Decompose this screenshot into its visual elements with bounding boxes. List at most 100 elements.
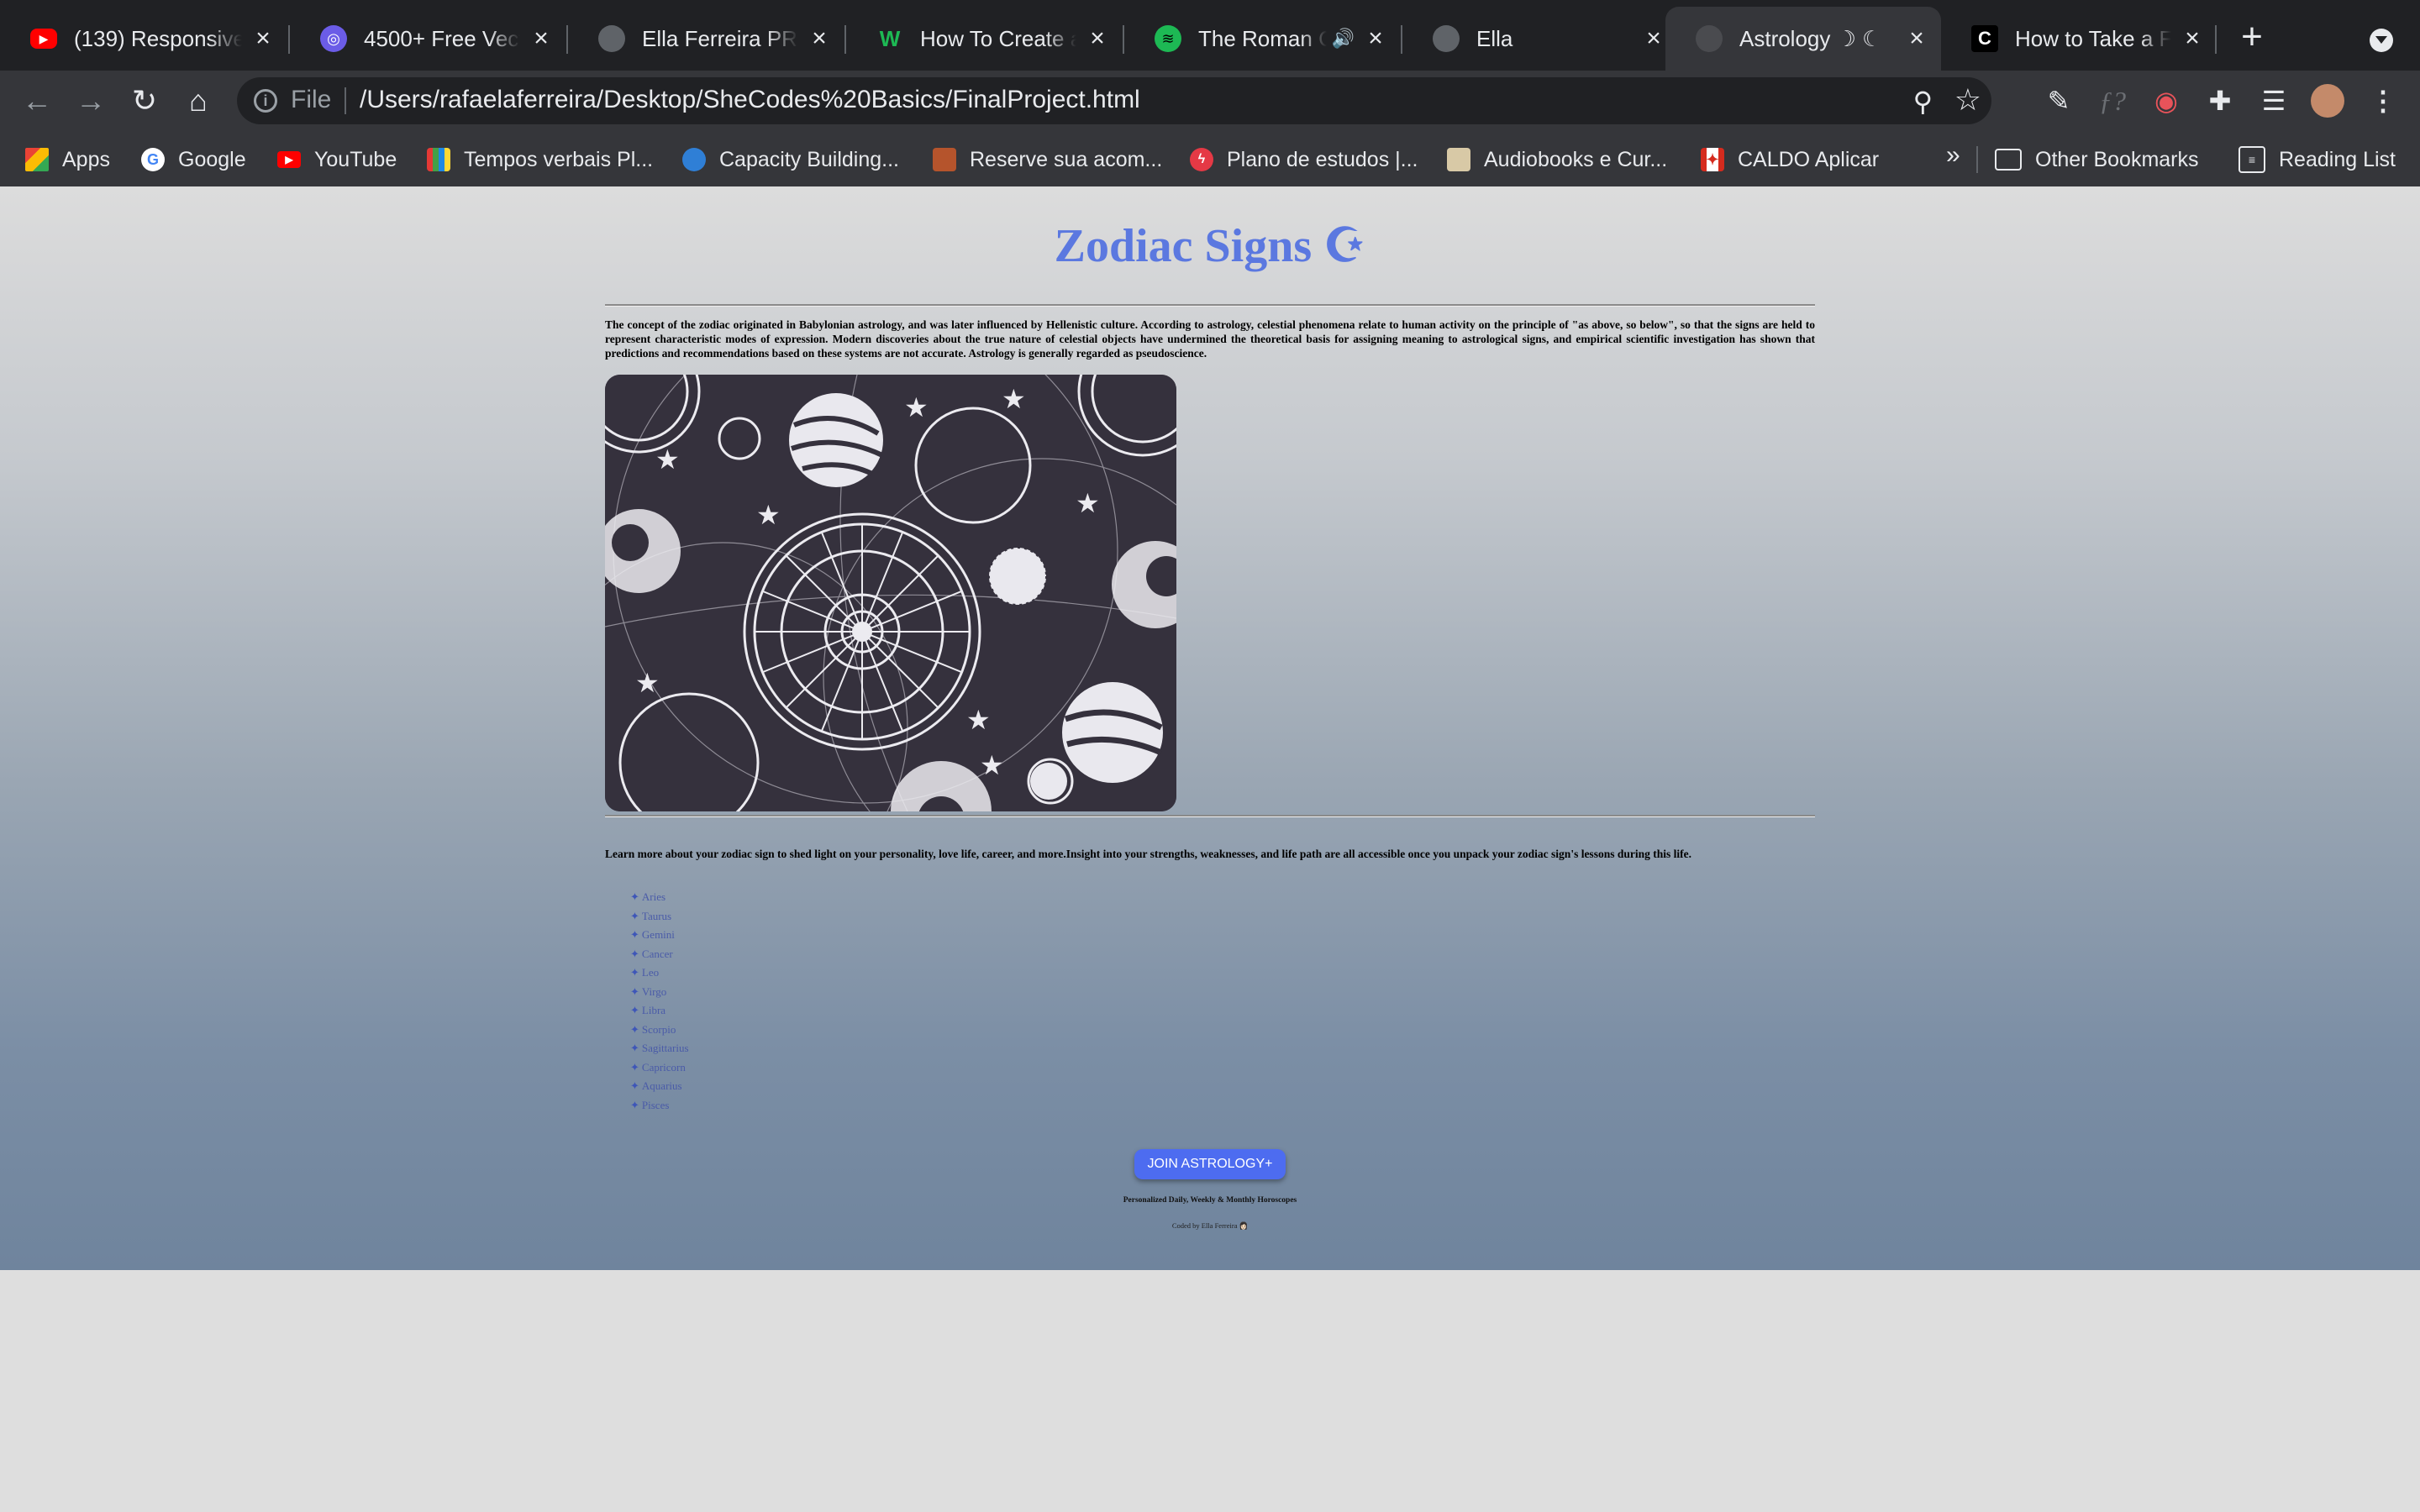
close-icon[interactable]: × <box>1641 26 1666 51</box>
close-icon[interactable]: × <box>807 26 832 51</box>
new-tab-button[interactable]: + <box>2235 18 2269 55</box>
reading-list[interactable]: ≡ Reading List <box>2238 143 2396 176</box>
tab-ella-ferreira-prom[interactable]: Ella Ferreira PROM × <box>568 7 844 71</box>
star-icon: ✦ <box>630 1022 639 1036</box>
home-button[interactable]: ⌂ <box>182 84 215 118</box>
star-icon: ✦ <box>630 1098 639 1111</box>
record-extension-icon[interactable]: ◉ <box>2149 84 2183 118</box>
svg-text:★: ★ <box>980 749 1004 781</box>
close-icon[interactable]: × <box>1904 26 1929 51</box>
profile-avatar[interactable] <box>2311 84 2344 118</box>
tab-astrology[interactable]: Astrology ☽ ☾ × <box>1665 7 1941 71</box>
vector-icon: ◎ <box>320 25 347 52</box>
star-icon: ✦ <box>630 890 639 903</box>
list-item[interactable]: ✦ Virgo <box>630 985 689 1005</box>
zoom-icon[interactable]: ⚲ <box>1913 86 1933 118</box>
tab-ella[interactable]: Ella × <box>1402 7 1678 71</box>
list-item[interactable]: ✦ Capricorn <box>630 1061 689 1080</box>
star-icon: ✦ <box>630 928 639 941</box>
bookmarks-more-button[interactable]: » <box>1946 141 1960 170</box>
sign-link-pisces[interactable]: Pisces <box>642 1099 670 1111</box>
reading-list-label: Reading List <box>2279 147 2396 171</box>
speaker-icon[interactable]: 🔊 <box>1332 28 1355 50</box>
tab-title: 4500+ Free Vecto <box>364 25 520 51</box>
back-button[interactable]: ← <box>20 84 54 118</box>
bookmark-capacity-building[interactable]: Capacity Building... <box>682 143 899 176</box>
sign-link-cancer[interactable]: Cancer <box>642 948 673 960</box>
list-item[interactable]: ✦ Aquarius <box>630 1079 689 1099</box>
tab-title: How to Take a Ful <box>2015 25 2171 51</box>
bookmark-label: Google <box>178 147 246 171</box>
bookmark-star-icon[interactable]: ☆ <box>1954 82 1981 118</box>
forward-button[interactable]: → <box>74 84 108 118</box>
close-icon[interactable]: × <box>1363 26 1388 51</box>
sign-link-virgo[interactable]: Virgo <box>642 985 666 998</box>
sign-link-capricorn[interactable]: Capricorn <box>642 1061 686 1074</box>
tab-how-to-take[interactable]: C How to Take a Ful × <box>1941 7 2217 71</box>
formula-extension-icon[interactable]: ƒ? <box>2096 84 2129 118</box>
sign-link-aquarius[interactable]: Aquarius <box>642 1079 682 1092</box>
close-icon[interactable]: × <box>2180 26 2205 51</box>
svg-text:★: ★ <box>655 444 680 475</box>
spotify-icon: ≋ <box>1155 25 1181 52</box>
list-item[interactable]: ✦ Sagittarius <box>630 1042 689 1061</box>
list-item[interactable]: ✦ Libra <box>630 1004 689 1023</box>
list-item[interactable]: ✦ Gemini <box>630 928 689 948</box>
list-item[interactable]: ✦ Pisces <box>630 1099 689 1118</box>
zodiac-illustration: ★ ★ ★ ★ ★ ★ ★ ★ <box>605 375 1176 811</box>
bookmarks-separator <box>1976 146 1978 173</box>
close-icon[interactable]: × <box>250 26 276 51</box>
menu-icon[interactable]: ⋮ <box>2366 84 2400 118</box>
list-item[interactable]: ✦ Taurus <box>630 910 689 929</box>
bookmark-youtube[interactable]: ▶ YouTube <box>277 143 397 176</box>
info-icon[interactable]: i <box>254 89 277 113</box>
page-viewport: Zodiac Signs ☪ The concept of the zodiac… <box>0 186 2420 1512</box>
star-icon: ✦ <box>630 966 639 979</box>
other-bookmarks-label: Other Bookmarks <box>2035 147 2199 171</box>
sign-link-sagittarius[interactable]: Sagittarius <box>642 1042 689 1054</box>
bookmark-reserve[interactable]: Reserve sua acom... <box>933 143 1162 176</box>
apps-grid-icon <box>25 148 49 171</box>
list-item[interactable]: ✦ Scorpio <box>630 1023 689 1042</box>
tab-free-vectors[interactable]: ◎ 4500+ Free Vecto × <box>290 7 566 71</box>
extensions-puzzle-icon[interactable]: ✚ <box>2203 84 2237 118</box>
address-bar[interactable]: i File /Users/rafaelaferreira/Desktop/Sh… <box>237 77 1991 124</box>
url-text[interactable]: /Users/rafaelaferreira/Desktop/SheCodes%… <box>360 86 1140 114</box>
bookmark-label: Plano de estudos |... <box>1227 147 1418 171</box>
sign-link-scorpio[interactable]: Scorpio <box>642 1023 676 1036</box>
sign-link-aries[interactable]: Aries <box>642 890 666 903</box>
tab-search-icon[interactable] <box>2370 29 2393 52</box>
close-icon[interactable]: × <box>529 26 554 51</box>
svg-text:★: ★ <box>1002 383 1026 415</box>
shield-icon <box>933 148 956 171</box>
bookmarks-bar: Apps G Google ▶ YouTube Tempos verbais P… <box>0 131 2420 186</box>
youtube-icon: ▶ <box>277 151 301 168</box>
media-queue-icon[interactable]: ☰ <box>2257 84 2291 118</box>
bookmark-tempos-verbais[interactable]: Tempos verbais Pl... <box>427 143 653 176</box>
reload-button[interactable]: ↻ <box>128 84 161 118</box>
sign-link-gemini[interactable]: Gemini <box>642 928 675 941</box>
list-item[interactable]: ✦ Leo <box>630 966 689 985</box>
sign-link-leo[interactable]: Leo <box>642 966 659 979</box>
list-item[interactable]: ✦ Aries <box>630 890 689 910</box>
join-astrology-button[interactable]: JOIN ASTROLOGY+ <box>1134 1149 1286 1179</box>
bookmark-audiobooks[interactable]: Audiobooks e Cur... <box>1447 143 1667 176</box>
bookmark-plano-de-estudos[interactable]: ϟ Plano de estudos |... <box>1190 143 1418 176</box>
bookmark-apps[interactable]: Apps <box>25 143 110 176</box>
sign-link-taurus[interactable]: Taurus <box>642 910 671 922</box>
tab-how-to-create[interactable]: W How To Create a F × <box>846 7 1122 71</box>
tab-the-roman[interactable]: ≋ The Roman C 🔊 × <box>1124 7 1400 71</box>
bookmark-google[interactable]: G Google <box>141 143 246 176</box>
tab-responsive[interactable]: ▶ (139) Responsive × <box>0 7 287 71</box>
bookmark-label: YouTube <box>314 147 397 171</box>
youtube-icon: ▶ <box>30 29 57 49</box>
bookmark-caldo[interactable]: ✦ CALDO Aplicar <box>1701 143 1879 176</box>
close-icon[interactable]: × <box>1085 26 1110 51</box>
zodiac-sign-list: ✦ Aries ✦ Taurus ✦ Gemini ✦ Cancer ✦ Leo ✦ Vir… <box>630 890 689 1117</box>
browser-chrome: ▶ (139) Responsive × ◎ 4500+ Free Vecto … <box>0 0 2420 186</box>
globe-icon <box>598 25 625 52</box>
other-bookmarks[interactable]: Other Bookmarks <box>1995 143 2199 176</box>
list-item[interactable]: ✦ Cancer <box>630 948 689 967</box>
pen-extension-icon[interactable]: ✎ <box>2042 84 2075 118</box>
sign-link-libra[interactable]: Libra <box>642 1004 666 1016</box>
